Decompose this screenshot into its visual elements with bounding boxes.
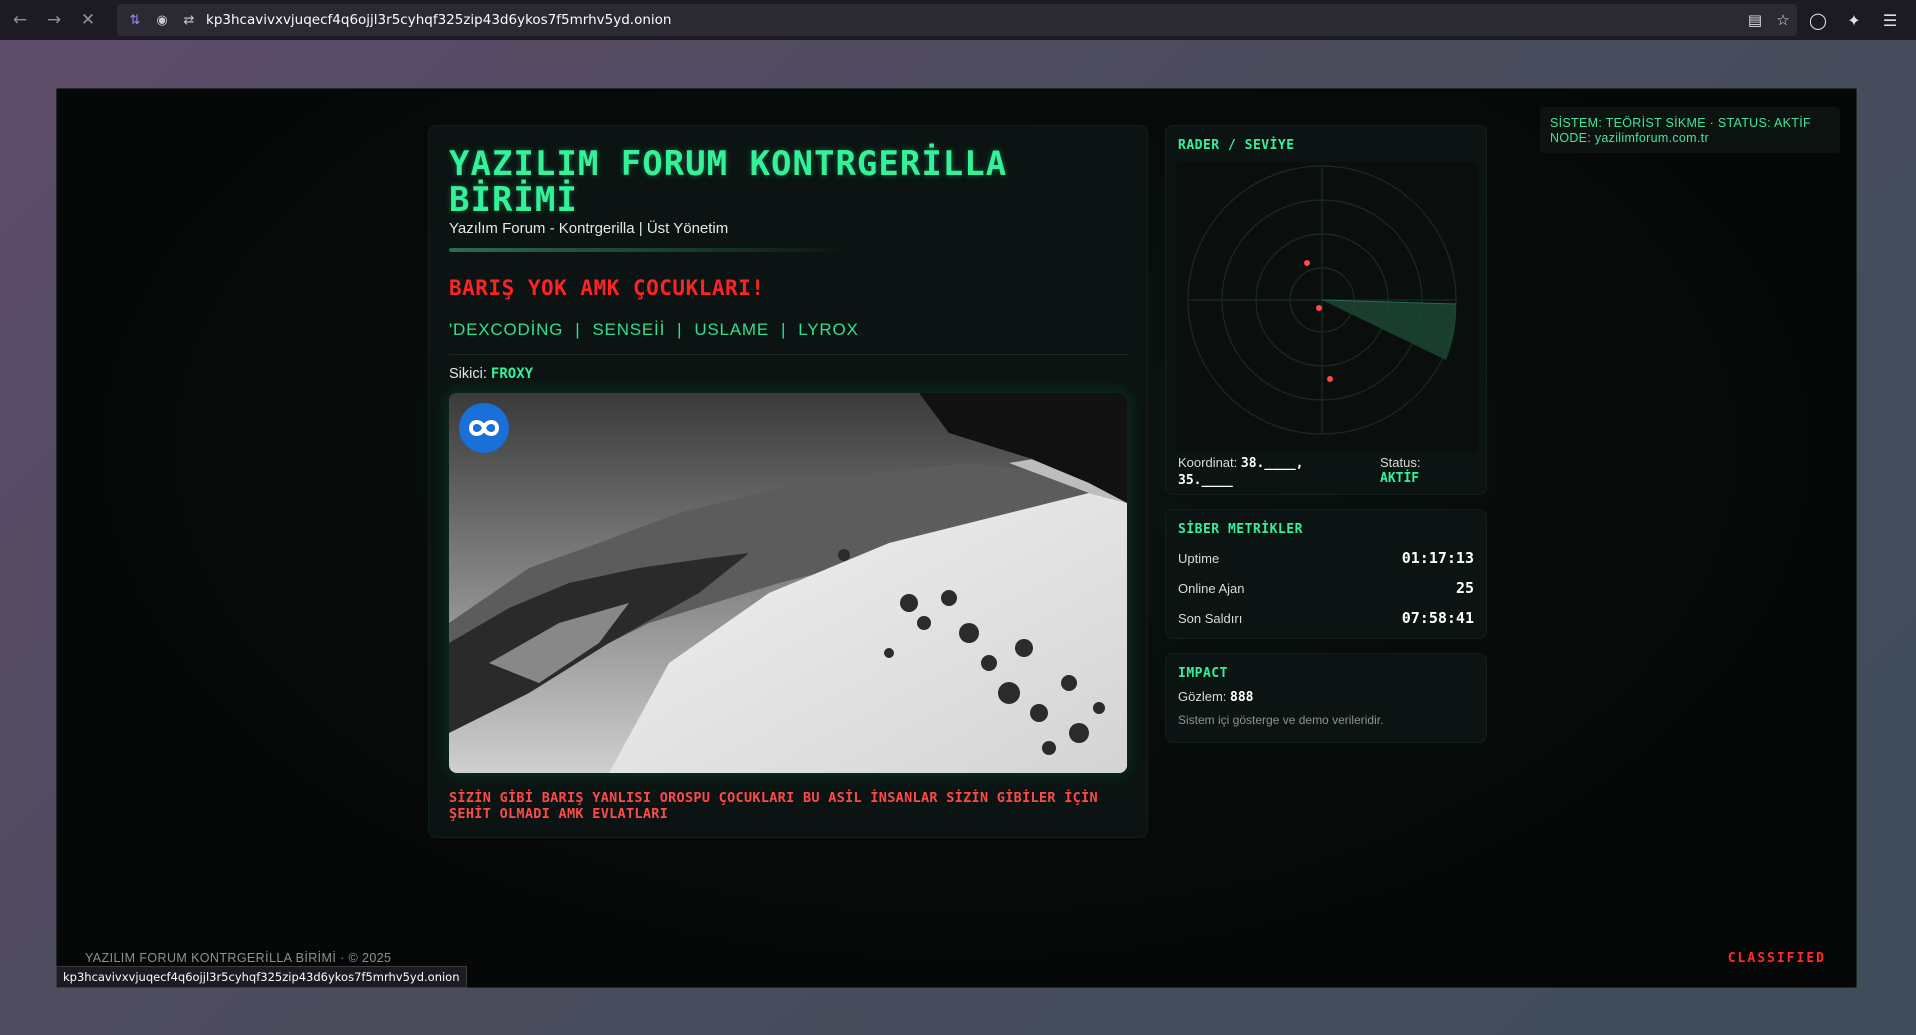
metric-value: 01:17:13: [1401, 549, 1474, 567]
radar-svg: [1187, 165, 1457, 435]
warning-heading: BARIŞ YOK AMK ÇOCUKLARI!: [449, 276, 765, 300]
metric-value: 25: [1455, 579, 1474, 597]
name-separator: |: [677, 320, 683, 339]
system-status-line: SİSTEM: TEÖRİST SİKME · STATUS: AKTİF: [1550, 116, 1811, 130]
system-status-box: SİSTEM: TEÖRİST SİKME · STATUS: AKTİF NO…: [1540, 107, 1840, 153]
radar-status-label: Status:: [1380, 455, 1421, 470]
member-name: USLAME: [694, 320, 770, 339]
coord-label: Koordinat:: [1178, 455, 1238, 470]
radar-blip: [1304, 260, 1310, 266]
name-separator: |: [781, 320, 787, 339]
metric-label: Uptime: [1178, 550, 1220, 566]
title-underline: [449, 248, 849, 252]
shield-icon[interactable]: ◯: [1800, 6, 1836, 34]
sikici-line: Sikici: FROXY: [449, 366, 533, 382]
radar-panel: RADER / SEVİYE Koordinat: 38.____, 35.__…: [1165, 125, 1487, 495]
onion-icon[interactable]: ◉: [153, 13, 171, 28]
mountain-photo: [449, 393, 1127, 773]
bookmark-star-icon[interactable]: ☆: [1769, 11, 1797, 29]
stop-loading-icon[interactable]: ✕: [74, 6, 102, 34]
sikici-label: Sikici:: [449, 366, 487, 382]
page-title: YAZILIM FORUM KONTRGERİLLA BİRİMİ: [449, 144, 1008, 220]
gozlem-line: Gözlem: 888: [1178, 689, 1254, 705]
mountain-photo-svg: [449, 393, 1127, 773]
metric-label: Son Saldırı: [1178, 610, 1243, 626]
impact-title: IMPACT: [1178, 666, 1228, 681]
radar-blip: [1316, 305, 1322, 311]
name-separator: |: [575, 320, 581, 339]
menu-icon[interactable]: ☰: [1872, 6, 1908, 34]
main-card: YAZILIM FORUM KONTRGERİLLA BİRİMİ Yazılı…: [428, 125, 1148, 838]
metric-value: 07:58:41: [1401, 609, 1474, 627]
metrics-title: SİBER METRİKLER: [1178, 522, 1303, 537]
radar-display: [1176, 162, 1478, 452]
metric-row-son-saldiri: Son Saldırı 07:58:41: [1178, 609, 1474, 627]
section-divider: [449, 354, 1129, 355]
page-content: SİSTEM: TEÖRİST SİKME · STATUS: AKTİF NO…: [56, 88, 1857, 988]
radar-status-value: AKTİF: [1380, 471, 1420, 486]
metrics-panel: SİBER METRİKLER Uptime 01:17:13 Online A…: [1165, 509, 1487, 639]
photo-caption: SİZİN GİBİ BARIŞ YANLISI OROSPU ÇOCUKLAR…: [449, 790, 1098, 822]
node-line: NODE: yazilimforum.com.tr: [1550, 131, 1709, 145]
member-name: SENSEİİ: [592, 320, 666, 339]
metric-row-uptime: Uptime 01:17:13: [1178, 549, 1474, 567]
link-status-tooltip: kp3hcavivxvjuqecf4q6ojjl3r5cyhqf325zip43…: [56, 966, 467, 988]
footer-copyright: YAZILIM FORUM KONTRGERİLLA BİRİMİ · © 20…: [85, 951, 392, 965]
member-names: 'DEXCODİNG | SENSEİİ | USLAME | LYROX: [449, 320, 859, 340]
address-bar[interactable]: ⇅ ◉ ⇄ kp3hcavivxvjuqecf4q6ojjl3r5cyhqf32…: [117, 4, 1797, 36]
classified-label: CLASSIFIED: [1727, 951, 1826, 966]
url-text[interactable]: kp3hcavivxvjuqecf4q6ojjl3r5cyhqf325zip43…: [206, 12, 671, 28]
impact-panel: IMPACT Gözlem: 888 Sistem içi gösterge v…: [1165, 653, 1487, 743]
browser-toolbar: ← → ✕ ⇅ ◉ ⇄ kp3hcavivxvjuqecf4q6ojjl3r5c…: [0, 0, 1916, 40]
member-name: LYROX: [798, 320, 859, 339]
metric-row-online-ajan: Online Ajan 25: [1178, 579, 1474, 597]
gozlem-value: 888: [1230, 690, 1254, 705]
back-arrow-icon[interactable]: ←: [6, 6, 34, 34]
reader-view-icon[interactable]: ▤: [1741, 11, 1769, 29]
new-identity-broom-icon[interactable]: ✦: [1836, 6, 1872, 34]
metric-label: Online Ajan: [1178, 580, 1245, 596]
gozlem-label: Gözlem:: [1178, 689, 1227, 704]
member-name: 'DEXCODİNG: [449, 320, 564, 339]
sikici-value: FROXY: [490, 366, 534, 382]
radar-status: Status: AKTİF: [1380, 455, 1420, 487]
radar-title: RADER / SEVİYE: [1178, 138, 1295, 153]
radar-blip: [1327, 376, 1333, 382]
site-permissions-icon[interactable]: ⇄: [180, 13, 198, 28]
forward-arrow-icon[interactable]: →: [40, 6, 68, 34]
coordinate-readout: Koordinat: 38.____, 35.____: [1178, 455, 1338, 489]
tor-circuit-icon[interactable]: ⇅: [126, 13, 144, 28]
impact-note: Sistem içi gösterge ve demo verileridir.: [1178, 713, 1384, 727]
page-subtitle: Yazılım Forum - Kontrgerilla | Üst Yönet…: [449, 220, 729, 237]
